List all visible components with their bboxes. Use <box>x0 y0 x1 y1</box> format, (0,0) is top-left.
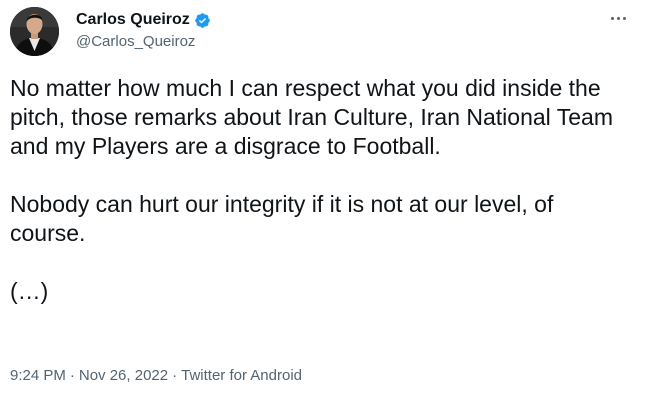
avatar[interactable] <box>10 7 59 56</box>
tweet-text: No matter how much I can respect what yo… <box>10 74 630 306</box>
tweet-source-link[interactable]: Twitter for Android <box>181 367 302 384</box>
tweet-time[interactable]: 9:24 PM <box>10 367 66 384</box>
verified-badge-icon <box>194 12 211 29</box>
more-dot-icon <box>616 16 620 20</box>
tweet-metadata: 9:24 PM · Nov 26, 2022 · Twitter for Android <box>10 366 302 386</box>
tweet-paragraph: (…) <box>10 278 49 304</box>
author-display-name[interactable]: Carlos Queiroz <box>76 10 190 30</box>
more-dot-icon <box>610 16 614 20</box>
tweet-paragraph: No matter how much I can respect what yo… <box>10 75 620 159</box>
more-dot-icon <box>622 16 626 20</box>
avatar-image <box>10 7 59 56</box>
more-options-button[interactable] <box>604 8 632 28</box>
separator: · <box>69 367 75 384</box>
author-name-row: Carlos Queiroz <box>76 10 211 30</box>
tweet-card: Carlos Queiroz @Carlos_Queiroz No matter… <box>0 0 648 402</box>
author-handle[interactable]: @Carlos_Queiroz <box>76 33 195 51</box>
separator: · <box>172 367 178 384</box>
tweet-paragraph: Nobody can hurt our integrity if it is n… <box>10 191 560 246</box>
tweet-date[interactable]: Nov 26, 2022 <box>79 367 168 384</box>
